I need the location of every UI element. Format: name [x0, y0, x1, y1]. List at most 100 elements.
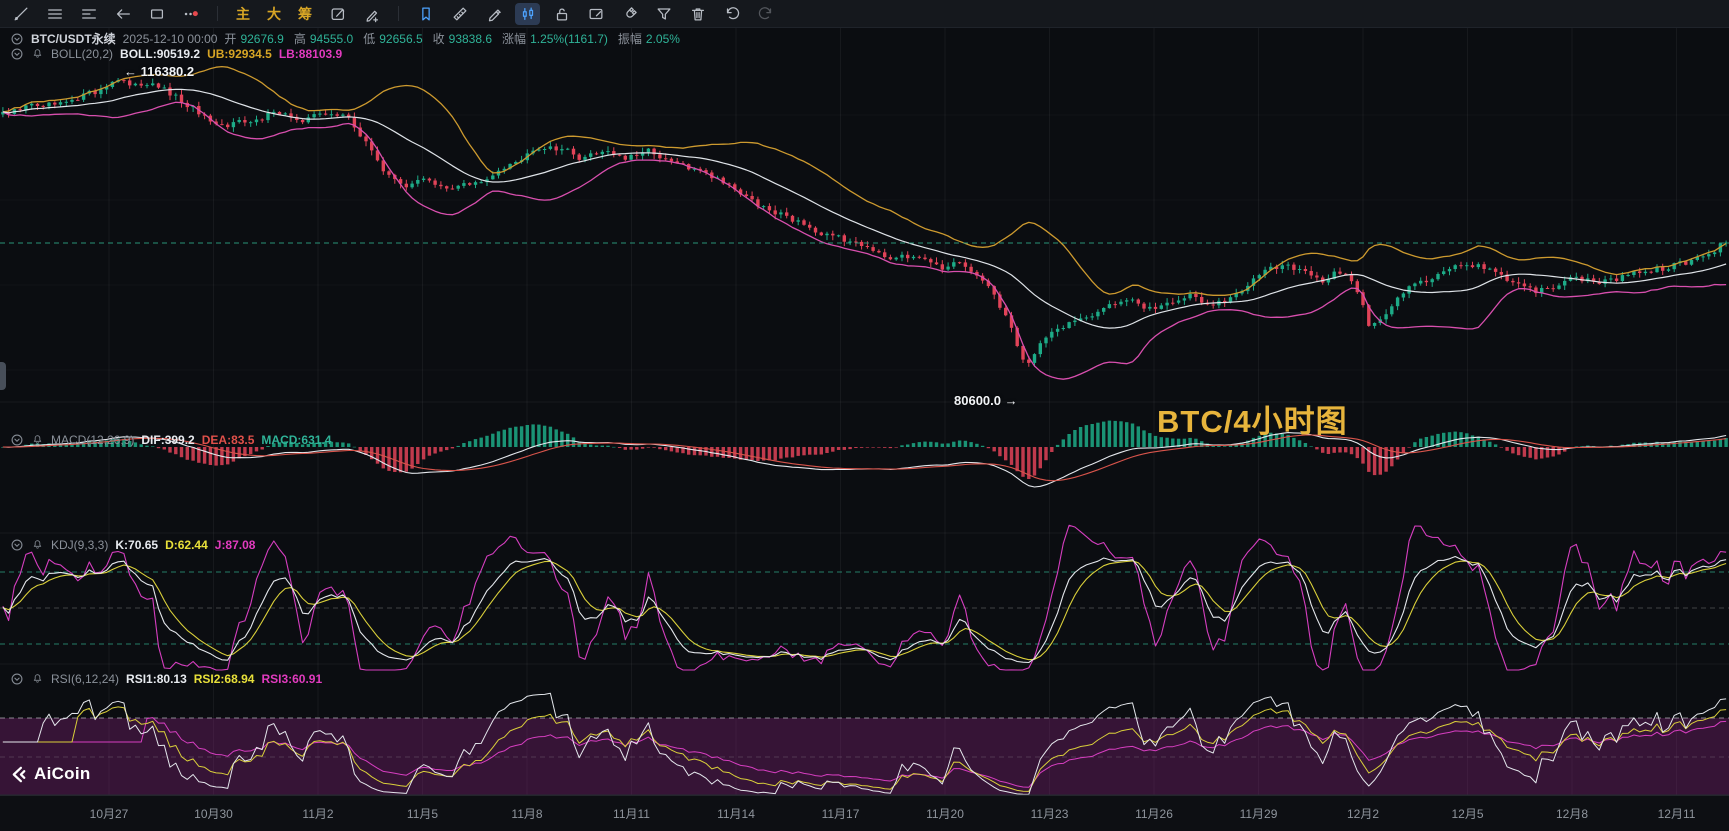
aicoin-logo-text: AiCoin: [34, 764, 91, 784]
pane-resize-handle[interactable]: [0, 362, 6, 390]
unlock-icon[interactable]: [549, 3, 574, 25]
alert-bell-icon[interactable]: [31, 433, 44, 446]
boll-value-2: LB:88103.9: [279, 47, 342, 61]
more-tools-icon[interactable]: [178, 3, 203, 25]
collapse-chevron-icon[interactable]: [10, 32, 24, 46]
axis-label: 11月14: [717, 805, 755, 822]
ohlc-value: 92656.5: [379, 32, 422, 46]
chart-watermark-text: BTC/4小时图: [1157, 396, 1348, 441]
ohlc-key: 低: [363, 30, 375, 47]
collapse-chevron-icon[interactable]: [10, 433, 24, 447]
candlestick-style-icon[interactable]: [515, 3, 540, 25]
axis-label: 11月17: [822, 805, 860, 822]
aicoin-logo-icon: [10, 765, 29, 784]
kdj-name: KDJ(9,3,3): [51, 538, 108, 552]
boll-indicator-row[interactable]: BOLL(20,2) BOLL:90519.2 UB:92934.5 LB:88103…: [10, 46, 342, 61]
rsi-value-2: RSI3:60.91: [261, 672, 322, 686]
time-axis[interactable]: 10月27 10月30 11月2 11月5 11月8 11月11 11月14 11月17 11月…: [0, 795, 1729, 831]
parallel-lines-icon[interactable]: [76, 3, 101, 25]
macd-indicator-row[interactable]: MACD(12,26,9) DIF:399.2 DEA:83.5 MACD:631.4: [10, 432, 331, 447]
ohlc-field: 涨幅 1.25%(1161.7): [502, 30, 608, 47]
ohlc-key: 开: [224, 30, 236, 47]
alert-bell-icon[interactable]: [31, 47, 44, 60]
rsi-name: RSI(6,12,24): [51, 672, 119, 686]
ohlc-value: 92676.9: [240, 32, 283, 46]
aicoin-logo: AiCoin: [10, 764, 91, 784]
horizontal-lines-icon[interactable]: [42, 3, 67, 25]
alert-bell-icon[interactable]: [31, 538, 44, 551]
macd-value-1: DEA:83.5: [202, 433, 255, 447]
marker-pen-icon[interactable]: [481, 3, 506, 25]
annotate-icon[interactable]: [325, 3, 350, 25]
collapse-chevron-icon[interactable]: [10, 538, 24, 552]
axis-label: 12月8: [1556, 805, 1588, 822]
redo-icon[interactable]: [753, 3, 778, 25]
rsi-value-1: RSI2:68.94: [194, 672, 255, 686]
ohlc-key: 高: [294, 30, 306, 47]
chips-tab[interactable]: 筹: [294, 3, 316, 25]
kdj-value-0: K:70.65: [115, 538, 158, 552]
ohlc-field: 振幅 2.05%: [618, 30, 680, 47]
ohlc-value: 2.05%: [646, 32, 680, 46]
macd-name: MACD(12,26,9): [51, 433, 134, 447]
ohlc-key: 收: [433, 30, 445, 47]
boll-name: BOLL(20,2): [51, 47, 113, 61]
drawing-toolbar: 主大筹: [0, 0, 1729, 28]
rsi-value-0: RSI1:80.13: [126, 672, 187, 686]
axis-label: 10月30: [194, 805, 233, 822]
ohlc-field: 低 92656.5: [363, 30, 422, 47]
main-indicator-tab[interactable]: 主: [232, 3, 254, 25]
collapse-chevron-icon[interactable]: [10, 47, 24, 61]
ohlc-key: 涨幅: [502, 30, 526, 47]
boll-value-1: UB:92934.5: [207, 47, 272, 61]
bookmark-icon[interactable]: [413, 3, 438, 25]
axis-label: 11月23: [1031, 805, 1069, 822]
toolbar-divider: [217, 6, 218, 21]
toolbar-divider: [398, 6, 399, 21]
ohlc-field: 收 93838.6: [433, 30, 492, 47]
axis-label: 11月11: [613, 805, 650, 822]
axis-label: 11月26: [1135, 805, 1173, 822]
candle-datetime: 2025-12-10 00:00: [123, 32, 218, 46]
alert-bell-icon[interactable]: [31, 672, 44, 685]
axis-label: 12月2: [1347, 805, 1379, 822]
axis-label: 11月29: [1240, 805, 1278, 822]
peak-price-label: ← 116380.2: [124, 64, 194, 79]
macd-value-2: MACD:631.4: [261, 433, 331, 447]
axis-label: 10月27: [90, 805, 129, 822]
trend-line-icon[interactable]: [8, 3, 33, 25]
magnet-icon[interactable]: [617, 3, 642, 25]
enlarge-tab[interactable]: 大: [263, 3, 285, 25]
macd-value-0: DIF:399.2: [141, 433, 194, 447]
price-chart-canvas[interactable]: [0, 0, 1729, 830]
boll-value-0: BOLL:90519.2: [120, 47, 200, 61]
kdj-value-1: D:62.44: [165, 538, 208, 552]
ohlc-value: 1.25%(1161.7): [530, 32, 608, 46]
order-note-icon[interactable]: [583, 3, 608, 25]
axis-label: 11月2: [302, 805, 333, 822]
axis-label: 11月20: [926, 805, 964, 822]
ohlc-field: 高 94555.0: [294, 30, 353, 47]
trash-icon[interactable]: [685, 3, 710, 25]
trough-price-label: 80600.0 →: [954, 393, 1018, 408]
ohlc-field: 开 92676.9: [224, 30, 283, 47]
symbol-ohlc-row[interactable]: BTC/USDT永续 2025-12-10 00:00 开 92676.9 高 945…: [10, 31, 680, 46]
axis-label: 11月8: [511, 805, 542, 822]
filter-icon[interactable]: [651, 3, 676, 25]
ohlc-key: 振幅: [618, 30, 642, 47]
ruler-icon[interactable]: [447, 3, 472, 25]
symbol-name[interactable]: BTC/USDT永续: [31, 30, 116, 47]
collapse-chevron-icon[interactable]: [10, 672, 24, 686]
measure-arrow-icon[interactable]: [110, 3, 135, 25]
ohlc-value: 94555.0: [310, 32, 353, 46]
axis-label: 11月5: [407, 805, 438, 822]
rectangle-tool-icon[interactable]: [144, 3, 169, 25]
ohlc-value: 93838.6: [449, 32, 492, 46]
axis-label: 12月5: [1451, 805, 1483, 822]
brush-icon[interactable]: [359, 3, 384, 25]
rsi-indicator-row[interactable]: RSI(6,12,24) RSI1:80.13 RSI2:68.94 RSI3:60.…: [10, 671, 322, 686]
kdj-value-2: J:87.08: [215, 538, 256, 552]
axis-label: 12月11: [1658, 805, 1696, 822]
undo-icon[interactable]: [719, 3, 744, 25]
kdj-indicator-row[interactable]: KDJ(9,3,3) K:70.65 D:62.44 J:87.08: [10, 537, 255, 552]
